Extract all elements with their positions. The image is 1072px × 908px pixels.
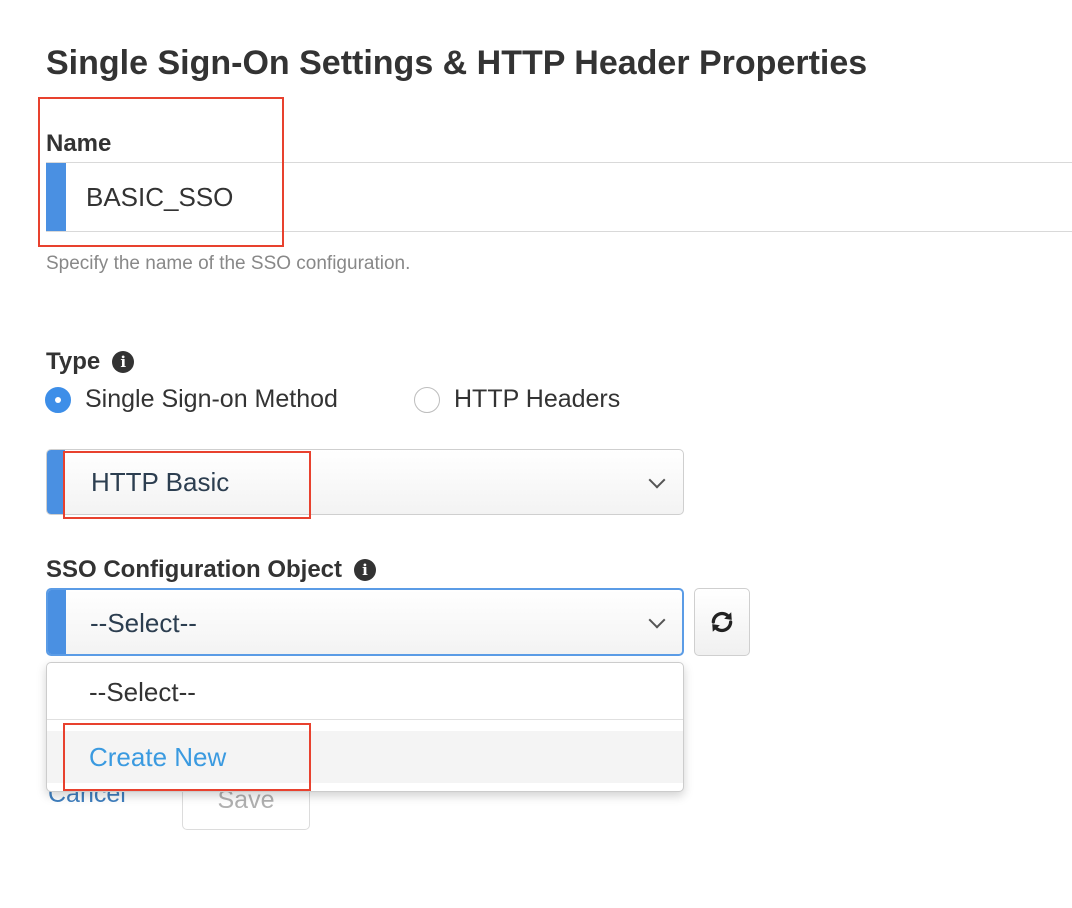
type-label-text: Type — [46, 348, 101, 375]
info-icon[interactable]: i — [112, 351, 135, 373]
required-indicator — [47, 450, 65, 514]
sso-object-label: SSO Configuration Object i — [46, 556, 377, 584]
name-help-text: Specify the name of the SSO configuratio… — [46, 253, 411, 274]
radio-label: Single Sign-on Method — [85, 385, 338, 413]
refresh-icon — [711, 611, 733, 633]
sso-object-select-value: --Select-- — [90, 608, 197, 638]
sso-object-select[interactable]: --Select-- — [46, 588, 684, 656]
required-indicator — [48, 590, 66, 654]
sso-object-dropdown-menu: --Select-- Create New — [46, 662, 684, 792]
radio-http-headers[interactable]: HTTP Headers — [414, 385, 620, 414]
name-label: Name — [46, 130, 111, 158]
page-title: Single Sign-On Settings & HTTP Header Pr… — [46, 44, 868, 82]
radio-unchecked-icon[interactable] — [414, 386, 440, 413]
radio-checked-icon[interactable] — [45, 386, 71, 413]
chevron-down-icon — [648, 471, 666, 489]
name-input-value[interactable]: BASIC_SSO — [86, 182, 233, 213]
sso-method-select-value: HTTP Basic — [91, 467, 230, 497]
refresh-button[interactable] — [694, 588, 750, 656]
type-label: Type i — [46, 348, 135, 376]
radio-label: HTTP Headers — [454, 385, 621, 413]
dropdown-option-select[interactable]: --Select-- — [47, 663, 683, 720]
radio-single-sign-on-method[interactable]: Single Sign-on Method — [45, 385, 338, 414]
required-indicator — [46, 163, 66, 231]
name-label-text: Name — [46, 130, 112, 157]
name-input[interactable]: BASIC_SSO — [46, 162, 1072, 232]
sso-object-label-text: SSO Configuration Object — [46, 556, 343, 583]
sso-method-select[interactable]: HTTP Basic — [46, 449, 684, 515]
info-icon[interactable]: i — [354, 559, 377, 581]
chevron-down-icon — [648, 611, 666, 629]
dropdown-option-create-new[interactable]: Create New — [47, 731, 683, 783]
sso-settings-page: Single Sign-On Settings & HTTP Header Pr… — [0, 0, 1072, 908]
